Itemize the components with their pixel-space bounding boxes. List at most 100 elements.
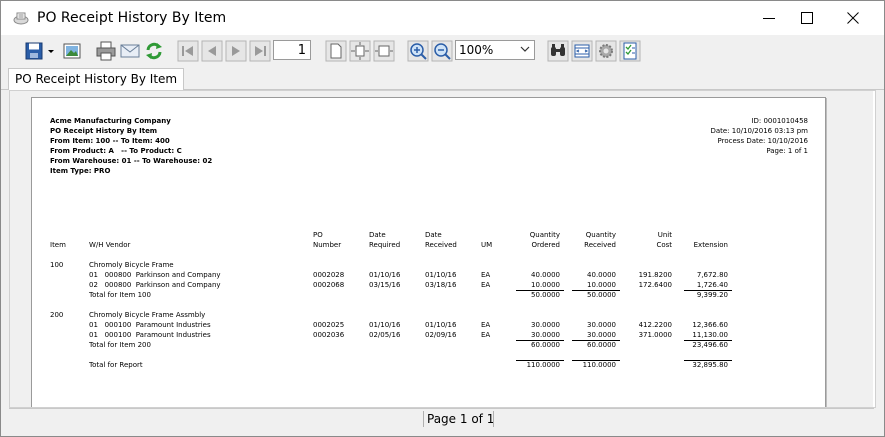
cell-um: EA	[481, 271, 491, 279]
grand-total-label: Total for Report	[89, 361, 143, 369]
refresh-button[interactable]	[143, 40, 165, 62]
process-date: Process Date: 10/10/2016	[717, 137, 808, 145]
col-header-wh-vendor: W/H Vendor	[89, 241, 131, 249]
cell-po-number: 0002068	[313, 281, 345, 289]
zoom-in-button[interactable]	[407, 40, 429, 62]
item-description: Chromoly Bicycle Frame Assmbly	[89, 311, 206, 319]
item-description: Chromoly Bicycle Frame	[89, 261, 174, 269]
save-icon	[25, 42, 43, 60]
close-button[interactable]	[830, 1, 876, 35]
cell-date-required: 03/15/16	[369, 281, 401, 289]
cell-um: EA	[481, 321, 491, 329]
title-bar: PO Receipt History By Item	[1, 1, 884, 35]
col-header-extension: Extension	[693, 241, 728, 249]
print-icon	[96, 41, 116, 61]
maximize-button[interactable]	[784, 1, 830, 35]
report-id: ID: 0001010458	[751, 117, 808, 125]
print-button[interactable]	[95, 40, 117, 62]
previous-page-button[interactable]	[201, 40, 223, 62]
item-number: 200	[50, 311, 64, 319]
subtotal-label: Total for Item 200	[89, 341, 151, 349]
save-button[interactable]	[23, 40, 45, 62]
col-header-um: UM	[481, 241, 493, 249]
toolbar: 1 100%	[1, 35, 884, 67]
col-header-qty-ordered-2: Ordered	[531, 241, 561, 249]
find-icon	[547, 40, 569, 62]
col-header-unit-cost-2: Cost	[656, 241, 672, 249]
export-image-icon	[63, 43, 81, 59]
cell-qty-received: 30.0000	[587, 321, 616, 329]
next-page-button[interactable]	[225, 40, 247, 62]
subtotal-qty-ordered: 50.0000	[531, 291, 560, 299]
report-date: Date: 10/10/2016 03:13 pm	[710, 127, 808, 135]
last-page-icon	[249, 40, 271, 62]
cell-qty-ordered: 30.0000	[531, 331, 560, 339]
fit-width-button[interactable]	[373, 40, 395, 62]
settings-button[interactable]	[595, 40, 617, 62]
zoom-out-button[interactable]	[431, 40, 453, 62]
fit-page-button[interactable]	[349, 40, 371, 62]
report-viewport[interactable]: Acme Manufacturing Company PO Receipt Hi…	[9, 90, 876, 408]
status-divider	[493, 411, 494, 427]
filter-product: From Product: A -- To Product: C	[50, 147, 182, 155]
dropdown-arrow-icon	[48, 50, 54, 53]
page-indicator: Page: 1 of 1	[766, 147, 808, 155]
page-setup-button[interactable]	[571, 40, 593, 62]
app-icon	[13, 12, 29, 25]
col-header-date-received-1: Date	[425, 231, 442, 239]
subtotal-qty-received: 50.0000	[587, 291, 616, 299]
status-bar: Page 1 of 1	[9, 408, 874, 427]
cell-qty-ordered: 40.0000	[531, 271, 560, 279]
cell-wh-vendor: 02 000800 Parkinson and Company	[89, 281, 221, 289]
report-viewer-window: PO Receipt History By Item 1 100% PO Rec…	[0, 0, 885, 437]
next-page-icon	[225, 40, 247, 62]
single-page-button[interactable]	[325, 40, 347, 62]
page-number-input[interactable]: 1	[273, 40, 311, 60]
parameters-button[interactable]	[619, 40, 641, 62]
previous-page-icon	[201, 40, 223, 62]
col-header-date-required-2: Required	[369, 241, 401, 249]
zoom-level-value: 100%	[459, 43, 494, 57]
zoom-level-select[interactable]: 100%	[455, 40, 535, 60]
cell-qty-ordered: 30.0000	[531, 321, 560, 329]
grand-total-qty-ordered: 110.0000	[526, 361, 560, 369]
cell-date-required: 01/10/16	[369, 321, 401, 329]
filter-warehouse: From Warehouse: 01 -- To Warehouse: 02	[50, 157, 213, 165]
email-button[interactable]	[119, 40, 141, 62]
fit-page-icon	[349, 40, 371, 62]
grand-total-qty-received: 110.0000	[582, 361, 616, 369]
tab-po-receipt-history[interactable]: PO Receipt History By Item	[8, 68, 185, 90]
find-button[interactable]	[547, 40, 569, 62]
report-page: Acme Manufacturing Company PO Receipt Hi…	[31, 97, 826, 407]
col-header-qty-received-1: Quantity	[585, 231, 616, 239]
last-page-button[interactable]	[249, 40, 271, 62]
cell-unit-cost: 191.8200	[638, 271, 672, 279]
zoom-out-icon	[431, 40, 453, 62]
col-header-unit-cost-1: Unit	[657, 231, 672, 239]
col-header-date-received-2: Received	[425, 241, 457, 249]
cell-extension: 7,672.80	[696, 271, 728, 279]
save-dropdown[interactable]	[45, 40, 57, 62]
cell-wh-vendor: 01 000100 Paramount Industries	[89, 321, 211, 329]
cell-po-number: 0002025	[313, 321, 345, 329]
cell-date-received: 03/18/16	[425, 281, 457, 289]
cell-wh-vendor: 01 000100 Paramount Industries	[89, 331, 211, 339]
cell-extension: 11,130.00	[692, 331, 728, 339]
single-page-icon	[325, 40, 347, 62]
minimize-icon	[763, 18, 775, 19]
window-title: PO Receipt History By Item	[37, 10, 227, 26]
subtotal-label: Total for Item 100	[89, 291, 151, 299]
cell-unit-cost: 371.0000	[638, 331, 672, 339]
page-setup-icon	[571, 40, 593, 62]
cell-qty-received: 30.0000	[587, 331, 616, 339]
email-icon	[120, 44, 140, 58]
first-page-button[interactable]	[177, 40, 199, 62]
settings-gear-icon	[595, 40, 617, 62]
export-image-button[interactable]	[61, 40, 83, 62]
zoom-in-icon	[407, 40, 429, 62]
close-icon	[847, 12, 859, 24]
report-name: PO Receipt History By Item	[50, 127, 158, 135]
cell-extension: 12,366.60	[692, 321, 728, 329]
col-header-date-required-1: Date	[369, 231, 386, 239]
filter-item-type: Item Type: PRO	[50, 167, 111, 175]
